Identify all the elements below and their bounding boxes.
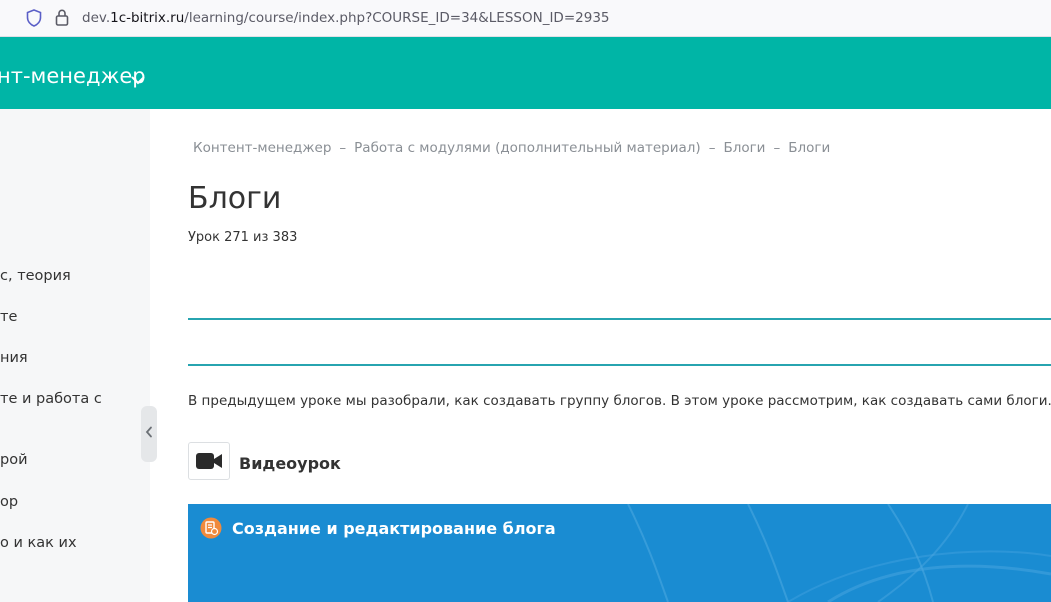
video-camera-icon [188, 442, 230, 480]
lock-icon[interactable] [55, 9, 69, 31]
sidebar-item[interactable]: о и как их [0, 535, 77, 551]
lesson-counter: Урок 271 из 383 [188, 230, 298, 245]
video-title: Создание и редактирование блога [232, 519, 556, 538]
lesson-intro-text: В предыдущем уроке мы разобрали, как соз… [188, 393, 1051, 409]
breadcrumb-item[interactable]: Контент-менеджер [193, 140, 331, 156]
chevron-down-icon[interactable] [131, 72, 145, 90]
breadcrumb-separator: – [339, 140, 347, 156]
sidebar-item[interactable]: ния [0, 350, 28, 366]
lesson-content: Контент-менеджер – Работа с модулями (допо… [150, 109, 1051, 602]
divider [188, 318, 1051, 320]
course-title[interactable]: нт-менеджер [0, 64, 146, 88]
breadcrumb-separator: – [708, 140, 716, 156]
url-field[interactable]: dev.1c-bitrix.ru/learning/course/index.p… [82, 10, 610, 26]
sidebar-item[interactable]: те и работа с [0, 391, 102, 407]
video-section-label: Видеоурок [239, 454, 341, 473]
shield-icon[interactable] [26, 9, 42, 32]
sidebar-item[interactable]: те [0, 309, 17, 325]
breadcrumb: Контент-менеджер – Работа с модулями (допо… [193, 140, 830, 156]
video-badge-icon [200, 517, 222, 544]
breadcrumb-item[interactable]: Блоги [723, 140, 765, 156]
breadcrumb-item[interactable]: Работа с модулями (дополнительный матери… [354, 140, 701, 156]
breadcrumb-separator: – [773, 140, 781, 156]
sidebar-item[interactable]: с, теория [0, 268, 71, 284]
course-sidebar: с, теория те ния те и работа с рой ор о … [0, 109, 150, 602]
page-title: Блоги [188, 181, 282, 216]
browser-address-bar[interactable]: dev.1c-bitrix.ru/learning/course/index.p… [0, 0, 1051, 37]
sidebar-item[interactable]: ор [0, 494, 18, 510]
divider [188, 364, 1051, 366]
course-header: нт-менеджер [0, 37, 1051, 109]
sidebar-item[interactable]: рой [0, 452, 28, 468]
video-player[interactable]: Создание и редактирование блога [188, 504, 1051, 602]
breadcrumb-item[interactable]: Блоги [788, 140, 830, 156]
